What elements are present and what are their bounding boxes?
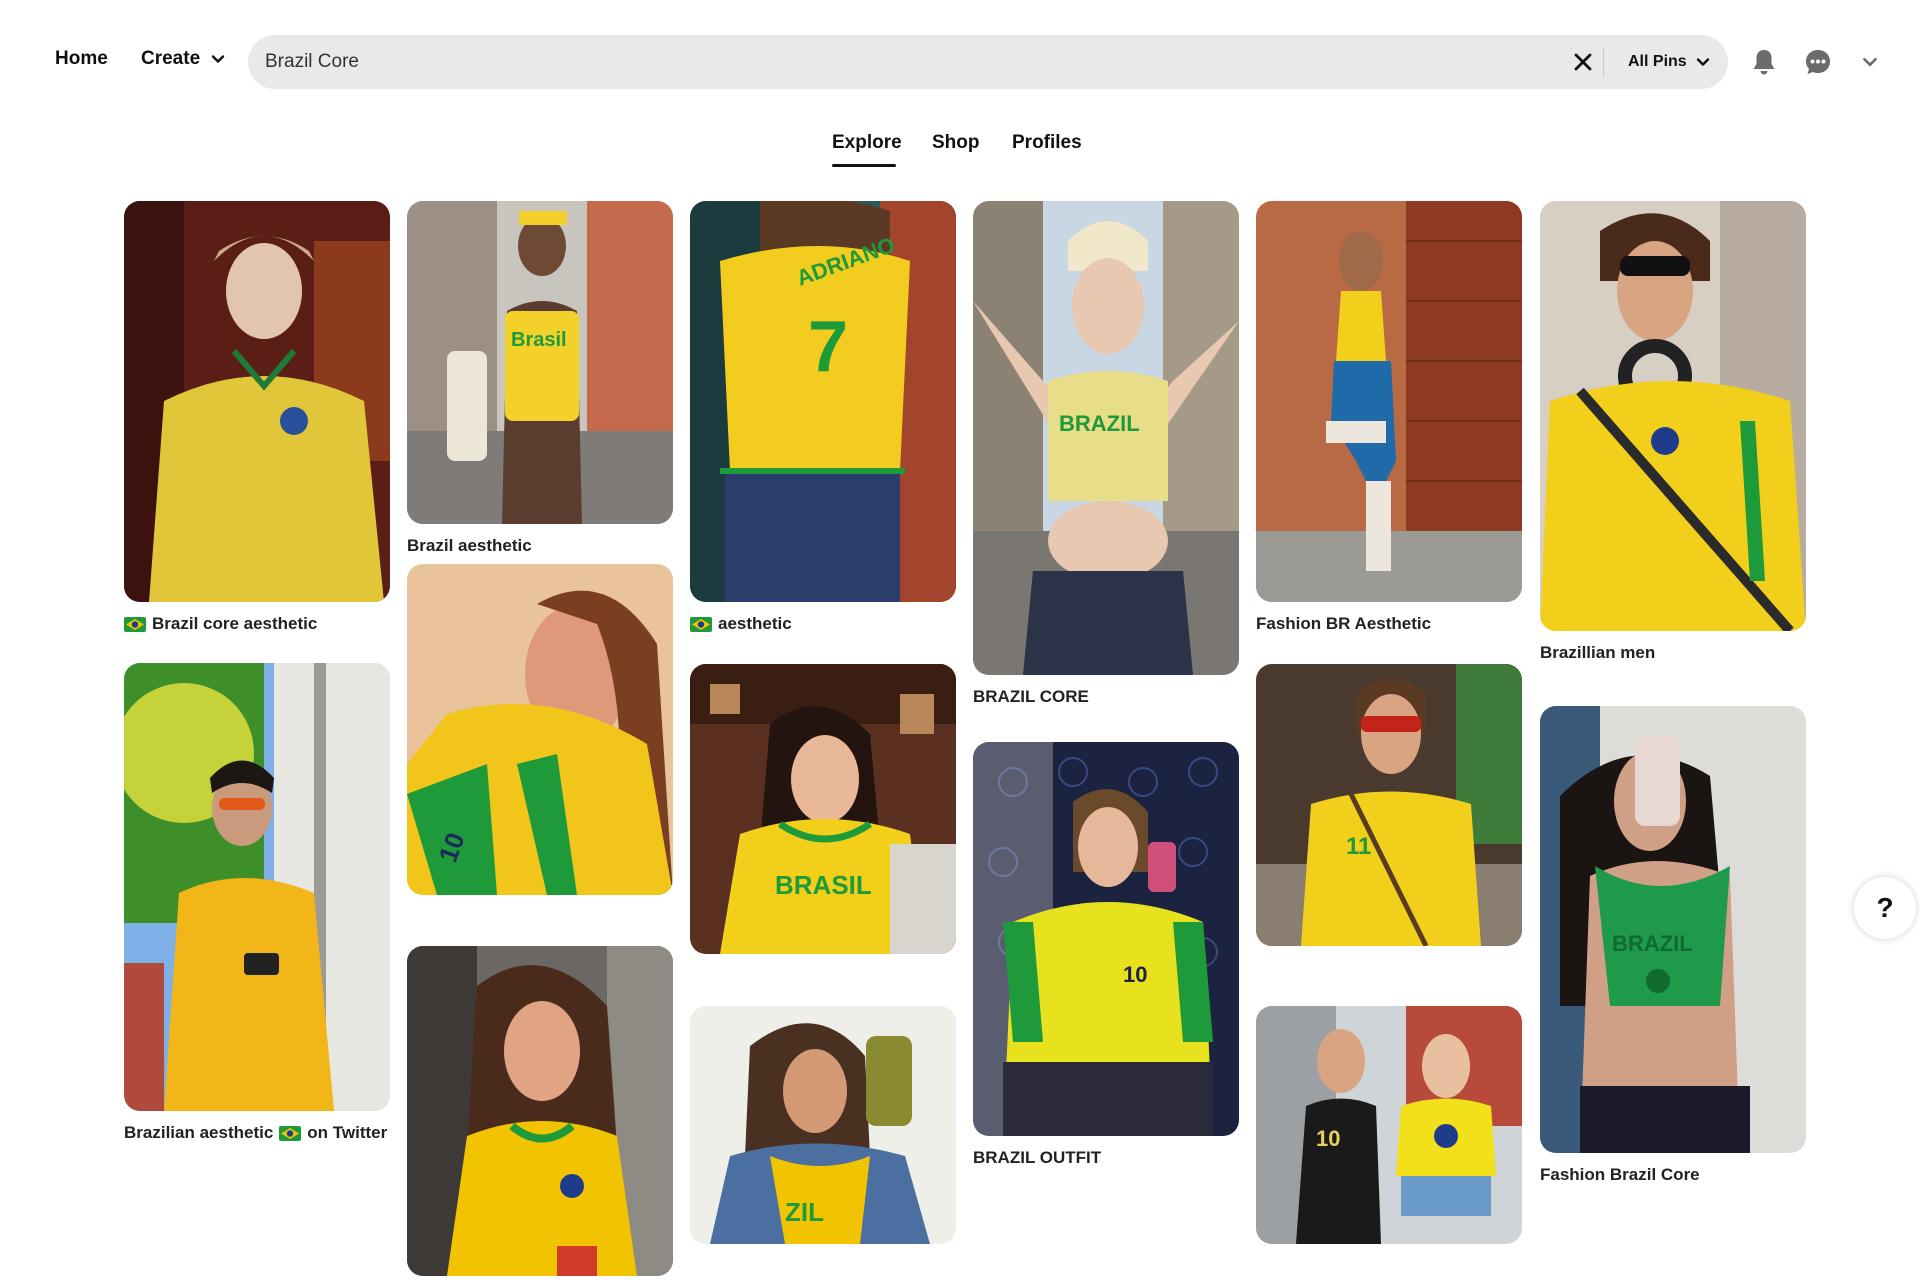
pin-card[interactable] [407, 946, 673, 1276]
bell-icon [1753, 50, 1775, 75]
search-bar[interactable]: Brazil Core All Pins [248, 35, 1728, 89]
account-menu-button[interactable] [1852, 44, 1888, 80]
pin-image[interactable]: 10 [407, 564, 673, 895]
create-label: Create [141, 48, 201, 69]
pin-card[interactable]: 10 [407, 564, 673, 895]
pin-card[interactable]: Brazil core aesthetic [124, 201, 390, 634]
pin-image[interactable]: 7 ADRIANO [690, 201, 956, 602]
pin-card[interactable]: Brazilian aesthetic on Twitter [124, 663, 390, 1143]
help-icon: ? [1876, 892, 1894, 923]
pin-caption: Fashion BR Aesthetic [1256, 614, 1522, 634]
pin-image[interactable]: BRAZIL [973, 201, 1239, 675]
top-nav-bar: Home Create Brazil Core All Pins [0, 0, 1920, 100]
brazil-flag-icon [279, 1125, 302, 1141]
home-link[interactable]: Home [55, 48, 108, 70]
chat-icon [1806, 50, 1830, 74]
pin-image[interactable]: 10 [973, 742, 1239, 1136]
pin-title: Brazil aesthetic [407, 536, 532, 555]
svg-text:7: 7 [808, 307, 848, 387]
pin-title: Fashion BR Aesthetic [1256, 614, 1432, 633]
svg-text:11: 11 [1346, 833, 1371, 860]
pin-card[interactable]: Brasil Brazil aesthetic [407, 201, 673, 556]
pin-title: BRAZIL OUTFIT [973, 1148, 1102, 1167]
tab-profiles[interactable]: Profiles [1012, 132, 1082, 154]
svg-text:10: 10 [1316, 1126, 1340, 1151]
pin-caption: Brazilian aesthetic on Twitter [124, 1123, 390, 1143]
pin-title: Brazil core aesthetic [152, 614, 318, 633]
pin-caption: Brazil core aesthetic [124, 614, 390, 634]
pin-card[interactable]: ZIL [690, 1006, 956, 1244]
pin-image[interactable] [124, 201, 390, 602]
pin-title: BRAZIL CORE [973, 687, 1089, 706]
pin-card[interactable]: Brazillian men [1540, 201, 1806, 663]
brazil-flag-icon [124, 616, 146, 632]
pin-card[interactable]: 10 BRAZIL OUTFIT [973, 742, 1239, 1168]
pin-caption: Brazillian men [1540, 643, 1806, 663]
search-scope-dropdown[interactable]: All Pins [1628, 53, 1711, 71]
svg-text:BRAZIL: BRAZIL [1612, 931, 1693, 956]
pin-caption: BRAZIL OUTFIT [973, 1148, 1239, 1168]
pin-caption: aesthetic [690, 614, 956, 634]
pin-title: Fashion Brazil Core [1540, 1165, 1700, 1184]
help-button[interactable]: ? [1854, 877, 1916, 939]
pin-image[interactable] [124, 663, 390, 1111]
tab-explore[interactable]: Explore [832, 132, 902, 154]
pin-image[interactable] [1540, 201, 1806, 631]
chevron-down-icon [1863, 57, 1877, 67]
pin-title-suffix: on Twitter [307, 1123, 388, 1142]
notifications-button[interactable] [1746, 44, 1782, 80]
pin-caption: Fashion Brazil Core [1540, 1165, 1806, 1185]
pin-title: Brazillian men [1540, 643, 1656, 662]
pin-card[interactable]: Fashion BR Aesthetic [1256, 201, 1522, 634]
pin-image[interactable] [407, 946, 673, 1276]
pin-card[interactable]: 7 ADRIANO aesthetic [690, 201, 956, 634]
pin-caption: Brazil aesthetic [407, 536, 673, 556]
create-menu-button[interactable]: Create [141, 48, 226, 70]
pin-image[interactable]: ZIL [690, 1006, 956, 1244]
search-scope-label: All Pins [1628, 53, 1687, 70]
pin-image[interactable]: 10 [1256, 1006, 1522, 1244]
pin-image[interactable] [1256, 201, 1522, 602]
svg-text:BRASIL: BRASIL [775, 870, 872, 900]
search-divider [1603, 47, 1604, 77]
svg-text:ZIL: ZIL [785, 1197, 824, 1227]
svg-text:Brasil: Brasil [511, 329, 567, 351]
chevron-down-icon [211, 55, 225, 63]
chevron-down-icon [1696, 58, 1709, 66]
messages-button[interactable] [1800, 44, 1836, 80]
close-icon [1574, 53, 1592, 71]
search-input[interactable]: Brazil Core [265, 51, 359, 73]
pin-card[interactable]: BRAZIL BRAZIL CORE [973, 201, 1239, 707]
svg-text:BRAZIL: BRAZIL [1059, 411, 1140, 436]
pin-image[interactable]: 11 [1256, 664, 1522, 946]
pin-card[interactable]: BRASIL [690, 664, 956, 954]
pin-card[interactable]: 10 [1256, 1006, 1522, 1244]
pin-title: Brazilian aesthetic [124, 1123, 274, 1142]
pin-card[interactable]: 11 [1256, 664, 1522, 946]
pin-card[interactable]: BRAZIL Fashion Brazil Core [1540, 706, 1806, 1185]
pin-title: aesthetic [718, 614, 792, 633]
active-tab-underline [832, 164, 896, 167]
pin-image[interactable]: Brasil [407, 201, 673, 524]
brazil-flag-icon [690, 616, 712, 632]
clear-search-button[interactable] [1568, 47, 1598, 77]
tab-shop[interactable]: Shop [932, 132, 980, 154]
pin-image[interactable]: BRAZIL [1540, 706, 1806, 1153]
pin-image[interactable]: BRASIL [690, 664, 956, 954]
svg-text:10: 10 [1123, 962, 1147, 987]
pin-caption: BRAZIL CORE [973, 687, 1239, 707]
search-tabs: Explore Shop Profiles [0, 132, 1920, 172]
